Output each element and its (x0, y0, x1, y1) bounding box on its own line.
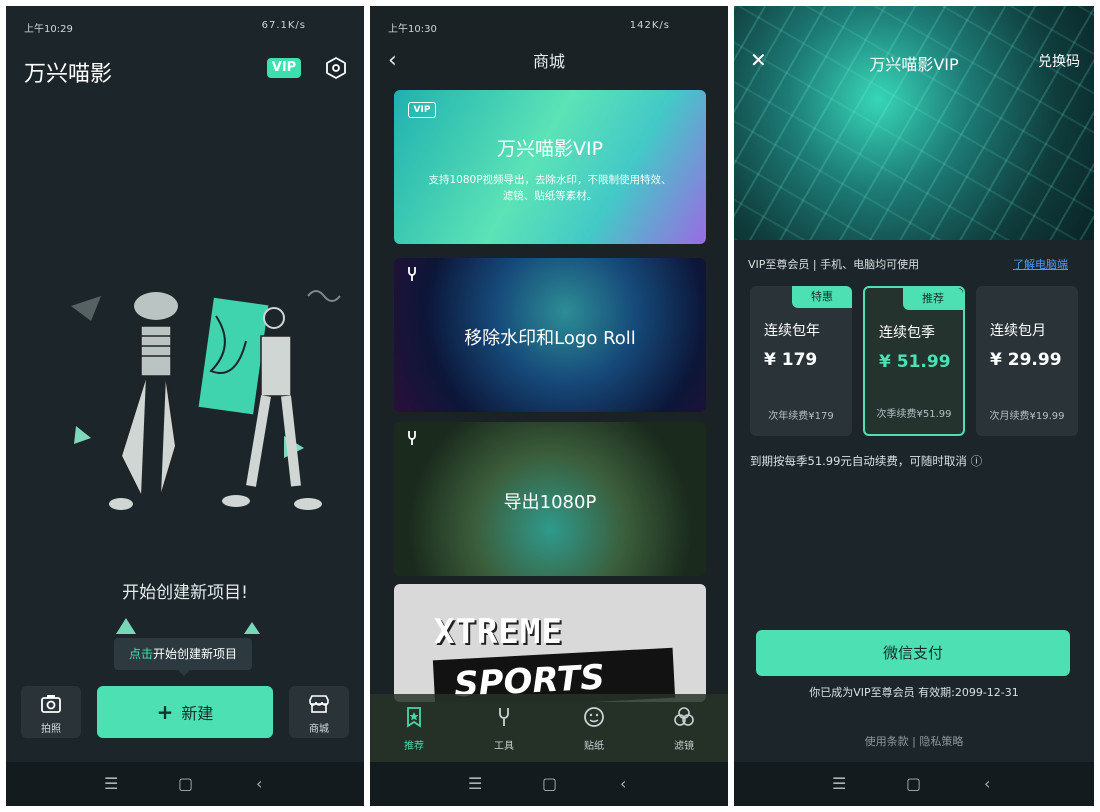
home-nav-icon[interactable]: ▢ (542, 774, 557, 793)
tab-stickers[interactable]: 贴纸 (564, 706, 624, 752)
sports-line1: XTREME (434, 612, 563, 652)
hero-image (734, 6, 1094, 240)
tab-label: 推荐 (404, 741, 424, 752)
new-project-tooltip: 点击开始创建新项目 (114, 638, 252, 676)
plan-price: ¥ 179 (764, 350, 818, 370)
store-screen: 上午10:30 142K/s ‹ 商城 VIP 万兴喵影VIP 支持1080P视… (370, 6, 728, 806)
system-nav-bar: ☰ ▢ ‹ (734, 762, 1094, 806)
status-time: 上午10:30 (388, 24, 437, 35)
store-tab-bar: 推荐 工具 贴纸 滤镜 (370, 694, 728, 762)
plan-quarterly[interactable]: 推荐 连续包季 ¥ 51.99 次季续费¥51.99 (863, 286, 965, 436)
illustration-image (71, 290, 341, 510)
decor-triangle (116, 618, 136, 634)
tab-label: 工具 (494, 741, 514, 752)
plan-name: 连续包季 (879, 325, 935, 341)
create-prompt-text: 开始创建新项目! (122, 583, 248, 603)
new-project-button[interactable]: + 新建 (97, 686, 273, 738)
redeem-code-link[interactable]: 兑换码 (1038, 51, 1080, 71)
watermark-card-title: 移除水印和Logo Roll (464, 328, 636, 349)
camera-icon (41, 695, 61, 713)
plan-name: 连续包年 (764, 323, 820, 339)
tool-icon (408, 431, 416, 445)
tab-recommend[interactable]: 推荐 (384, 706, 444, 752)
home-nav-icon[interactable]: ▢ (906, 774, 921, 793)
tab-tools[interactable]: 工具 (474, 706, 534, 752)
decor-triangle (244, 622, 260, 634)
tooltip-text: 开始创建新项目 (153, 647, 238, 661)
filter-icon (674, 707, 694, 726)
vip-badge[interactable]: VIP (267, 58, 301, 78)
status-time: 上午10:29 (24, 24, 73, 35)
learn-desktop-link[interactable]: 了解电脑端 (1013, 256, 1068, 272)
status-network: 142K/s (629, 20, 670, 31)
menu-nav-icon[interactable]: ☰ (832, 774, 846, 793)
plus-icon: + (156, 700, 174, 724)
settings-icon[interactable] (324, 56, 348, 80)
home-screen: 上午10:29 67.1K/s 万兴喵影 VIP 开始创建新项目! 点击开始创建… (6, 6, 364, 806)
membership-subtitle: VIP至尊会员 | 手机、电脑均可使用 (748, 258, 920, 271)
system-nav-bar: ☰ ▢ ‹ (6, 762, 364, 806)
back-nav-icon[interactable]: ‹ (620, 774, 626, 793)
plan-price: ¥ 51.99 (879, 352, 951, 372)
camera-label: 拍照 (41, 724, 61, 735)
sports-sticker-card[interactable]: XTREME SPORTS (394, 584, 706, 702)
wechat-pay-button[interactable]: 微信支付 (756, 630, 1070, 676)
bookmark-icon (407, 707, 421, 728)
wrench-icon (499, 708, 509, 726)
store-button[interactable]: 商城 (289, 686, 349, 738)
system-nav-bar: ☰ ▢ ‹ (370, 762, 728, 806)
plan-renew: 次年续费¥179 (768, 411, 834, 422)
vip-tag: VIP (408, 102, 436, 118)
plan-tag: 特惠 (792, 286, 852, 308)
status-bar: 上午10:30 142K/s (370, 20, 728, 36)
status-network: 67.1K/s (261, 20, 306, 31)
new-label: 新建 (181, 704, 214, 723)
export-card[interactable]: 导出1080P (394, 422, 706, 576)
plan-monthly[interactable]: 连续包月 ¥ 29.99 次月续费¥19.99 (976, 286, 1078, 436)
vip-card[interactable]: VIP 万兴喵影VIP 支持1080P视频导出，去除水印，不限制使用特效、滤镜、… (394, 90, 706, 244)
terms-links[interactable]: 使用条款 | 隐私策略 (734, 733, 1094, 749)
membership-status: 你已成为VIP至尊会员 有效期:2099-12-31 (809, 686, 1019, 699)
plan-price: ¥ 29.99 (990, 350, 1062, 370)
plan-yearly[interactable]: 特惠 连续包年 ¥ 179 次年续费¥179 (750, 286, 852, 436)
camera-button[interactable]: 拍照 (21, 686, 81, 738)
menu-nav-icon[interactable]: ☰ (104, 774, 118, 793)
vip-card-title: 万兴喵影VIP (496, 138, 604, 160)
tab-filters[interactable]: 滤镜 (654, 706, 714, 752)
tab-label: 贴纸 (584, 741, 604, 752)
back-nav-icon[interactable]: ‹ (256, 774, 262, 793)
tooltip-highlight: 点击 (128, 647, 153, 661)
plan-renew: 次月续费¥19.99 (989, 411, 1065, 422)
status-bar: 上午10:29 67.1K/s (6, 20, 364, 36)
watermark-card[interactable]: 移除水印和Logo Roll (394, 258, 706, 412)
tool-icon (408, 267, 416, 281)
store-icon (309, 695, 329, 713)
app-title: 万兴喵影 (24, 62, 113, 87)
vip-card-desc: 支持1080P视频导出，去除水印，不限制使用特效、滤镜、贴纸等素材。 (428, 174, 672, 202)
store-label: 商城 (309, 724, 329, 735)
plan-tag: 推荐 (903, 288, 963, 310)
back-nav-icon[interactable]: ‹ (984, 774, 990, 793)
vip-purchase-screen: ✕ 万兴喵影VIP 兑换码 VIP至尊会员 | 手机、电脑均可使用 了解电脑端 … (734, 6, 1094, 806)
menu-nav-icon[interactable]: ☰ (468, 774, 482, 793)
sticker-icon (584, 707, 604, 727)
page-title: 商城 (532, 52, 565, 71)
home-nav-icon[interactable]: ▢ (178, 774, 193, 793)
auto-renew-note: 到期按每季51.99元自动续费，可随时取消 ⓘ (750, 454, 983, 468)
export-card-title: 导出1080P (503, 492, 597, 513)
tab-label: 滤镜 (674, 741, 694, 752)
plan-renew: 次季续费¥51.99 (876, 409, 952, 420)
plan-name: 连续包月 (990, 323, 1046, 339)
